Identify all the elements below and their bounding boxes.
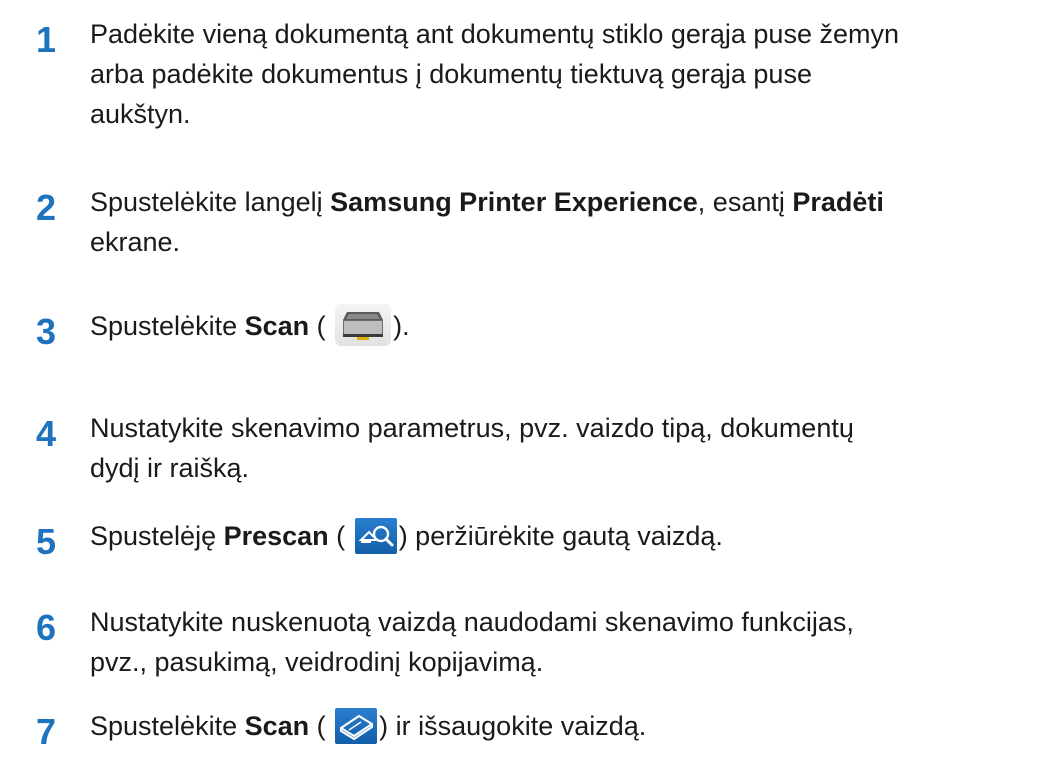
step-text-part: Spustelėkite	[90, 311, 245, 341]
step-number: 2	[36, 187, 57, 228]
step-text-part: , esantį	[697, 187, 793, 217]
paren-open: (	[309, 311, 326, 341]
step-text-part: Spustelėkite	[90, 711, 245, 741]
instruction-steps: 1 Padėkite vieną dokumentą ant dokumentų…	[0, 0, 1038, 759]
step-line: dydį ir raišką.	[90, 453, 250, 483]
step-line: arba padėkite dokumentus į dokumentų tie…	[90, 59, 812, 89]
step-text-part: ) ir išsaugokite vaizdą.	[379, 711, 647, 741]
step-line: ekrane.	[90, 227, 181, 257]
prescan-magnifier-icon	[354, 517, 397, 554]
step-line: Nustatykite nuskenuotą vaizdą naudodami …	[90, 607, 854, 637]
step-text: Padėkite vieną dokumentą ant dokumentų s…	[90, 14, 1025, 134]
prescan-label-bold: Prescan	[223, 521, 329, 551]
step-text-part: Spustelėkite langelį	[90, 187, 331, 217]
step-number: 7	[36, 711, 57, 752]
scanner-icon	[335, 303, 392, 346]
step-text: Spustelėję Prescan ( ) peržiūrėkite gaut…	[90, 516, 1025, 556]
scan-label-bold: Scan	[244, 311, 310, 341]
step-line: Padėkite vieną dokumentą ant dokumentų s…	[90, 19, 899, 49]
scan-scanner-icon	[335, 707, 378, 744]
step-line: aukštyn.	[90, 99, 191, 129]
step-number: 3	[36, 311, 57, 352]
step-text-part: ) peržiūrėkite gautą vaizdą.	[398, 521, 723, 551]
start-screen-bold: Pradėti	[792, 187, 884, 217]
step-text: Spustelėkite langelį Samsung Printer Exp…	[90, 182, 1025, 262]
paren-close: ).	[393, 311, 410, 341]
paren-open: (	[309, 711, 326, 741]
step-line: pvz., pasukimą, veidrodinį kopijavimą.	[90, 647, 544, 677]
step-text: Spustelėkite Scan ( ).	[90, 303, 1025, 346]
step-text-part: Spustelėję	[90, 521, 224, 551]
step-number: 5	[36, 521, 57, 562]
step-number: 4	[36, 413, 57, 454]
step-line: Nustatykite skenavimo parametrus, pvz. v…	[90, 413, 854, 443]
app-name-bold: Samsung Printer Experience	[330, 187, 698, 217]
step-number: 6	[36, 607, 57, 648]
step-text: Nustatykite nuskenuotą vaizdą naudodami …	[90, 602, 1025, 682]
step-text: Nustatykite skenavimo parametrus, pvz. v…	[90, 408, 1025, 488]
paren-open: (	[328, 521, 346, 551]
scan-label-bold: Scan	[244, 711, 310, 741]
step-text: Spustelėkite Scan ( ) ir išsaugokite vai…	[90, 706, 1025, 746]
step-number: 1	[36, 19, 57, 60]
